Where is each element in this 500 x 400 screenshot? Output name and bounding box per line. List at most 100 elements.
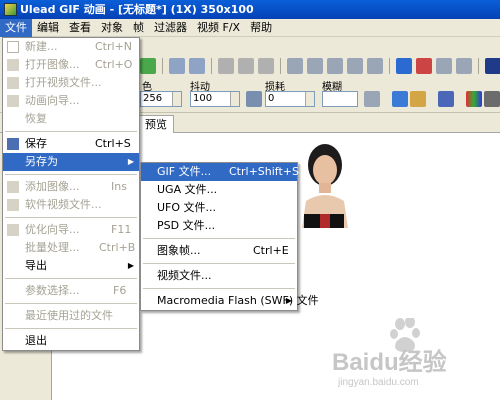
redo-icon[interactable]	[189, 58, 205, 74]
submenu-item-uga[interactable]: UGA 文件...	[141, 181, 297, 199]
optimize-wizard-icon	[7, 224, 19, 236]
menu-view[interactable]: 查看	[64, 19, 96, 37]
tool-b-icon[interactable]	[410, 91, 426, 107]
app-icon	[4, 3, 17, 16]
menu-object[interactable]: 对象	[96, 19, 128, 37]
animation-wizard-icon	[7, 95, 19, 107]
resize-icon[interactable]	[327, 58, 343, 74]
submenu-item-gif[interactable]: GIF 文件... Ctrl+Shift+S	[141, 163, 299, 181]
tab-preview[interactable]: 预览	[138, 115, 174, 133]
open-video-icon	[7, 77, 19, 89]
new-icon	[7, 41, 19, 53]
menu-filter[interactable]: 过滤器	[149, 19, 192, 37]
loss-stepper[interactable]: 0	[265, 91, 315, 107]
submenu-item-image-frames[interactable]: 图象帧... Ctrl+E	[141, 242, 297, 260]
menu-item-add-image[interactable]: 添加图像... Ins	[3, 178, 139, 196]
menu-video-fx[interactable]: 视频 F/X	[192, 19, 245, 37]
watermark-logo-text: Baidu经验	[332, 348, 447, 376]
title-bar: Ulead GIF 动画 - [无标题*] (1X) 350x100	[0, 0, 500, 19]
export-icon[interactable]	[456, 58, 472, 74]
menu-separator	[5, 131, 137, 132]
menu-bar: 文件 编辑 查看 对象 帧 过滤器 视频 F/X 帮助	[0, 18, 500, 37]
menu-separator	[5, 278, 137, 279]
menu-help[interactable]: 帮助	[245, 19, 277, 37]
submenu-arrow-icon: ▶	[285, 296, 292, 305]
menu-separator	[5, 174, 137, 175]
menu-separator	[143, 263, 295, 264]
tool-a-icon[interactable]	[392, 91, 408, 107]
menu-separator	[5, 303, 137, 304]
blur-option-icon[interactable]	[364, 91, 380, 107]
window-title: Ulead GIF 动画 - [无标题*] (1X) 350x100	[20, 3, 254, 16]
video-file-icon	[7, 199, 19, 211]
file-menu: 新建... Ctrl+N 打开图像... Ctrl+O 打开视频文件... 动画…	[2, 37, 140, 351]
submenu-item-psd[interactable]: PSD 文件...	[141, 217, 297, 235]
stop-icon[interactable]	[416, 58, 432, 74]
color-palette-icon[interactable]	[466, 91, 482, 107]
menu-item-video-file[interactable]: 软件视频文件...	[3, 196, 139, 214]
save-icon	[7, 138, 19, 150]
menu-separator	[5, 217, 137, 218]
cut-icon[interactable]	[218, 58, 234, 74]
menu-item-new[interactable]: 新建... Ctrl+N	[3, 38, 139, 56]
tool-c-icon[interactable]	[438, 91, 454, 107]
menu-item-optimize-wizard[interactable]: 优化向导... F11	[3, 221, 139, 239]
menu-item-save-as[interactable]: 另存为 ▶	[3, 153, 139, 171]
crop-icon[interactable]	[307, 58, 323, 74]
spin-arrows-icon[interactable]	[305, 92, 314, 106]
web-icon[interactable]	[396, 58, 412, 74]
toolbar-separator	[478, 58, 479, 74]
spin-arrows-icon[interactable]	[172, 92, 181, 106]
submenu-item-ufo[interactable]: UFO 文件...	[141, 199, 297, 217]
menu-item-open-image[interactable]: 打开图像... Ctrl+O	[3, 56, 139, 74]
save-as-submenu: GIF 文件... Ctrl+Shift+S UGA 文件... UFO 文件.…	[140, 162, 319, 311]
menu-separator	[5, 328, 137, 329]
toolbar-separator	[280, 58, 281, 74]
preview-icon[interactable]	[436, 58, 452, 74]
canvas-photo[interactable]	[296, 139, 352, 228]
transform-icon[interactable]	[367, 58, 383, 74]
toolbar-row	[140, 55, 500, 77]
menu-item-recent-files[interactable]: 最近使用过的文件	[3, 307, 139, 325]
menu-separator	[143, 288, 295, 289]
menu-separator	[143, 238, 295, 239]
watermark-url: jingyan.baidu.com	[337, 377, 419, 388]
menu-item-exit[interactable]: 退出	[3, 332, 139, 350]
paste-icon[interactable]	[258, 58, 274, 74]
toolbar-separator	[211, 58, 212, 74]
rotate-icon[interactable]	[347, 58, 363, 74]
loss-value: 0	[268, 93, 275, 104]
toolbar-separator	[162, 58, 163, 74]
menu-item-animation-wizard[interactable]: 动画向导...	[3, 92, 139, 110]
submenu-arrow-icon: ▶	[127, 261, 134, 270]
toolbar-separator	[389, 58, 390, 74]
undo-icon[interactable]	[169, 58, 185, 74]
dither-option-icon[interactable]	[246, 91, 262, 107]
menu-item-batch[interactable]: 批量处理... Ctrl+B	[3, 239, 139, 257]
frame-tool-icon[interactable]	[287, 58, 303, 74]
menu-item-revert[interactable]: 恢复	[3, 110, 139, 128]
menu-file[interactable]: 文件	[0, 18, 32, 37]
tool-d-icon[interactable]	[484, 91, 500, 107]
menu-frame[interactable]: 帧	[128, 19, 149, 37]
dither-stepper[interactable]: 100	[190, 91, 240, 107]
submenu-arrow-icon: ▶	[127, 157, 134, 166]
menu-item-open-video[interactable]: 打开视频文件...	[3, 74, 139, 92]
dither-value: 100	[193, 93, 213, 104]
baidu-jingyan-watermark: Baidu经验 jingyan.baidu.com	[332, 318, 447, 388]
add-image-icon	[7, 181, 19, 193]
help-pointer-icon[interactable]	[485, 58, 500, 74]
menu-edit[interactable]: 编辑	[32, 19, 64, 37]
blur-input[interactable]	[322, 91, 358, 107]
submenu-item-flash-swf[interactable]: Macromedia Flash (SWF) 文件 ▶	[141, 292, 319, 310]
open-image-icon	[7, 59, 19, 71]
spin-arrows-icon[interactable]	[230, 92, 239, 106]
paint-icon[interactable]	[140, 58, 156, 74]
copy-icon[interactable]	[238, 58, 254, 74]
colors-stepper[interactable]: 256	[140, 91, 182, 107]
menu-item-export[interactable]: 导出 ▶	[3, 257, 139, 275]
menu-item-preferences[interactable]: 参数选择... F6	[3, 282, 139, 300]
submenu-item-video-file[interactable]: 视频文件...	[141, 267, 297, 285]
menu-item-save[interactable]: 保存 Ctrl+S	[3, 135, 139, 153]
colors-value: 256	[143, 93, 163, 104]
